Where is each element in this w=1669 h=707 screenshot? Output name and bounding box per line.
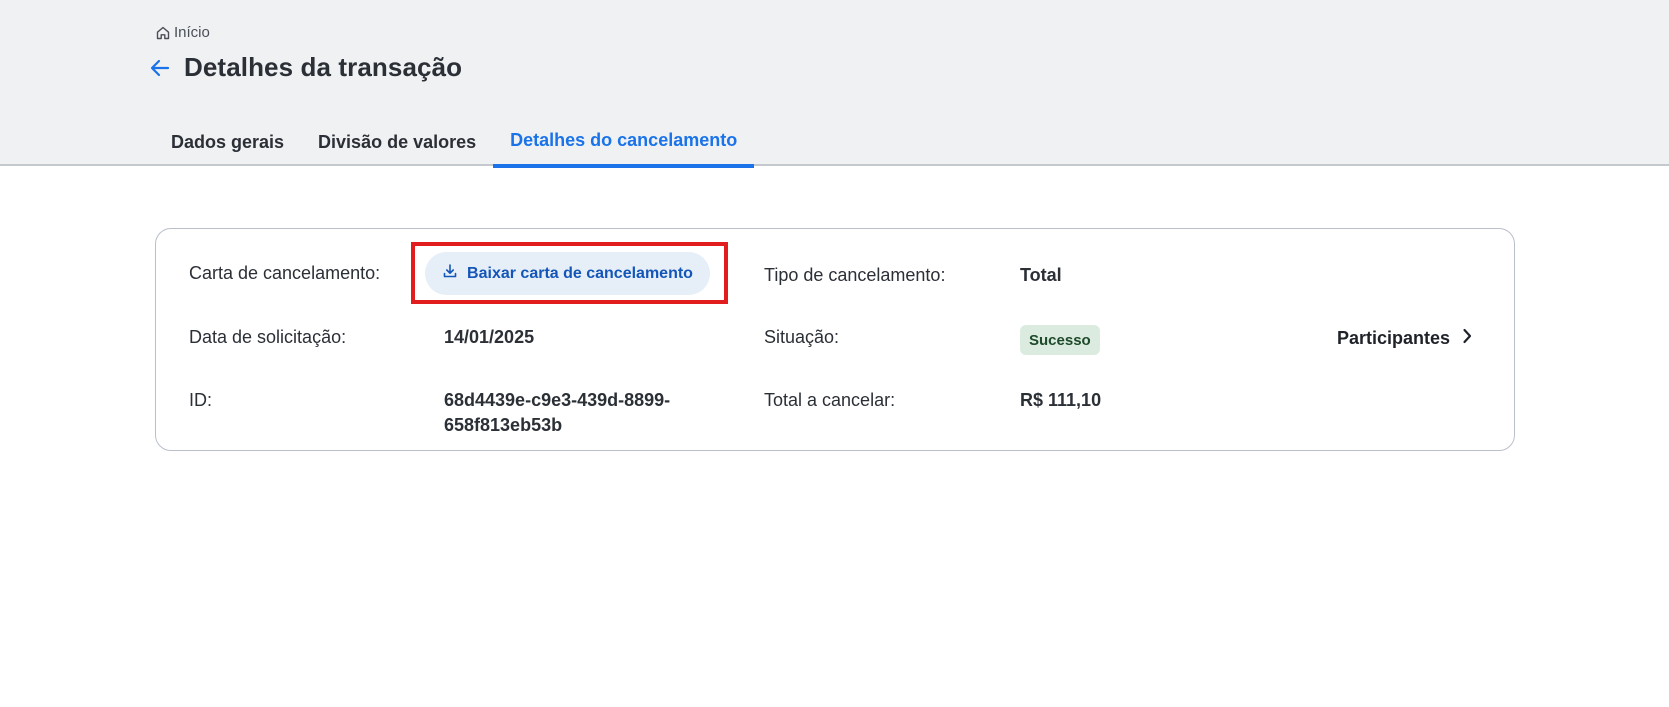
- tab-bar: Dados gerais Divisão de valores Detalhes…: [154, 116, 755, 168]
- participants-label: Participantes: [1337, 328, 1451, 348]
- breadcrumb[interactable]: Início: [155, 24, 210, 41]
- participants-link[interactable]: Participantes: [1337, 328, 1472, 349]
- breadcrumb-home-label[interactable]: Início: [174, 24, 210, 41]
- tab-detalhes-do-cancelamento[interactable]: Detalhes do cancelamento: [493, 116, 755, 168]
- download-button-label: Baixar carta de cancelamento: [467, 264, 693, 282]
- download-icon: [442, 263, 458, 284]
- home-icon: [155, 25, 171, 41]
- cancellation-type-value: Total: [1020, 265, 1062, 285]
- page-title: Detalhes da transação: [184, 52, 463, 82]
- request-date-value: 14/01/2025: [444, 327, 535, 347]
- download-cancellation-letter-button[interactable]: Baixar carta de cancelamento: [425, 252, 710, 295]
- status-label: Situação:: [764, 327, 840, 347]
- id-value-line-1: 68d4439e-c9e3-439d-8899-: [444, 390, 671, 410]
- chevron-right-icon: [1462, 328, 1472, 349]
- tab-dados-gerais[interactable]: Dados gerais: [154, 116, 301, 166]
- id-value: 68d4439e-c9e3-439d-8899- 658f813eb53b: [444, 388, 670, 438]
- status-badge: Sucesso: [1020, 325, 1100, 355]
- cancellation-letter-label: Carta de cancelamento:: [189, 263, 381, 283]
- id-label: ID:: [189, 390, 213, 410]
- total-to-cancel-value: R$ 111,10: [1020, 390, 1102, 410]
- tab-divisao-de-valores[interactable]: Divisão de valores: [301, 116, 493, 166]
- back-arrow-icon[interactable]: [150, 59, 170, 77]
- total-to-cancel-label: Total a cancelar:: [764, 390, 896, 410]
- cancellation-type-label: Tipo de cancelamento:: [764, 265, 946, 285]
- request-date-label: Data de solicitação:: [189, 327, 347, 347]
- id-value-line-2: 658f813eb53b: [444, 415, 563, 435]
- page-header: Início Detalhes da transação Dados gerai…: [0, 0, 1669, 168]
